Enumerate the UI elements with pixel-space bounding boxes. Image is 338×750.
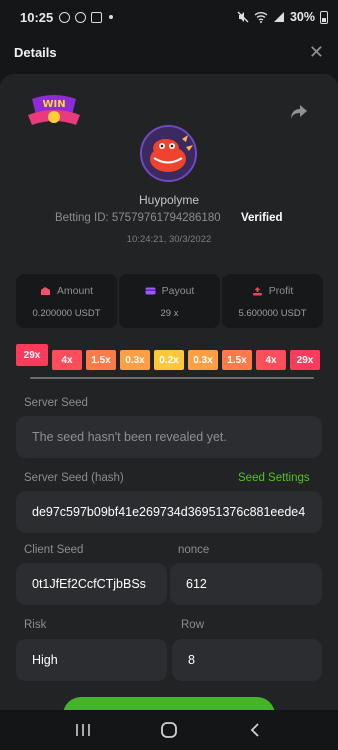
mute-icon [237,11,249,23]
profit-label: Profit [268,285,294,297]
amount-card: Amount 0.200000 USDT [16,274,117,328]
recent-apps-icon [76,724,90,736]
status-time: 10:25 [20,9,54,25]
notification-icon [91,11,103,23]
status-right: 30% [237,10,328,24]
battery-icon [320,10,328,24]
payout-card: Payout 29 x [119,274,220,328]
profit-icon [252,287,262,296]
share-icon[interactable] [290,104,308,120]
risk-field[interactable]: High [16,639,167,681]
multiplier-chip: 29x [16,344,48,366]
multiplier-chip: 0.2x [154,350,184,370]
signal-icon [273,12,284,22]
username: Huypolyme [138,193,200,207]
multiplier-chip: 29x [290,350,320,370]
more-dot-icon [109,15,114,19]
multiplier-chip: 0.3x [120,350,150,370]
multiplier-underline [30,377,314,379]
win-badge-icon: WIN [28,95,80,125]
server-seed-hash-field[interactable]: de97c597b09bf41e269734d36951376c881eede4 [16,491,322,533]
multiplier-chip: 4x [256,350,286,370]
bet-datetime: 10:24:21, 30/3/2022 [126,234,212,245]
recent-apps-button[interactable] [68,715,98,745]
amount-icon [40,287,50,295]
home-icon [161,722,177,738]
payout-value: 29 x [160,308,179,319]
row-label: Row [181,619,205,631]
avatar [140,125,197,182]
multiplier-chip: 0.3x [188,350,218,370]
row-field[interactable]: 8 [172,639,322,681]
multiplier-chip: 1.5x [222,350,252,370]
client-seed-field[interactable]: 0t1JfEf2CcfCTjbBSs [16,563,167,605]
system-navbar [0,710,338,750]
server-seed-hash-label: Server Seed (hash) [24,472,124,484]
risk-label: Risk [24,619,47,631]
nonce-field[interactable]: 612 [170,563,322,605]
amount-value: 0.200000 USDT [32,308,101,319]
multiplier-chip: 4x [52,350,82,370]
multiplier-row: 29x 4x 1.5x 0.3x 0.2x 0.3x 1.5x 4x 29x [16,344,322,374]
profit-value: 5.600000 USDT [238,308,307,319]
notification-icon [75,11,87,23]
details-header: Details ✕ [0,34,338,70]
amount-label: Amount [56,285,94,297]
home-button[interactable] [154,715,184,745]
win-badge-text: WIN [42,99,65,110]
status-bar: 10:25 30% [0,0,338,34]
back-icon [250,723,259,737]
notification-icons [59,11,114,23]
notification-icon [59,11,71,23]
client-seed-label: Client Seed [24,544,84,556]
multiplier-chip: 1.5x [86,350,116,370]
verified-badge: Verified [241,212,283,224]
profit-card: Profit 5.600000 USDT [222,274,323,328]
payout-label: Payout [161,285,195,297]
betting-id: Betting ID: 57579761794286180 [55,212,221,224]
battery-percent: 30% [289,10,315,24]
back-button[interactable] [240,715,270,745]
payout-icon [145,287,156,295]
close-icon[interactable]: ✕ [309,42,324,63]
page-title: Details [14,44,57,60]
seed-settings-link[interactable]: Seed Settings [238,472,310,484]
nonce-label: nonce [178,544,210,556]
server-seed-label: Server Seed [24,397,88,409]
wifi-icon [254,12,268,23]
server-seed-field[interactable]: The seed hasn't been revealed yet. [16,416,322,458]
